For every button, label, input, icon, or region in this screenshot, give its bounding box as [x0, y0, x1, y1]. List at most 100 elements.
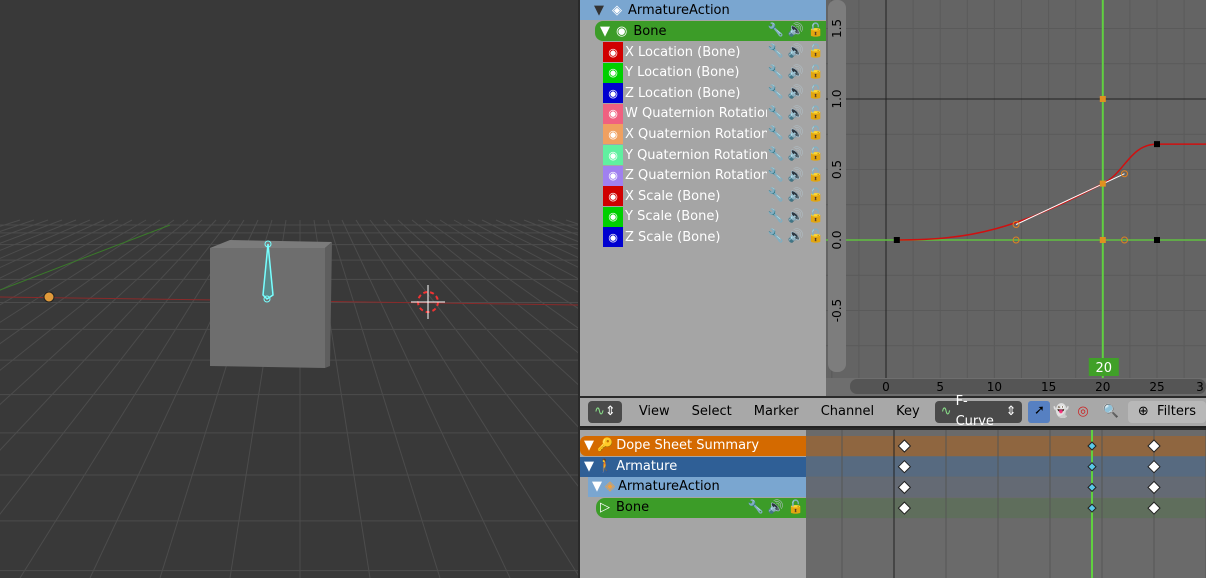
eye-icon[interactable]: ◉: [603, 186, 623, 207]
mute-speaker-icon[interactable]: 🔊: [788, 83, 804, 103]
mute-speaker-icon[interactable]: 🔊: [788, 145, 804, 165]
channel-fcurve[interactable]: ◉ X Scale (Bone) 🔧 🔊 🔓: [580, 186, 826, 207]
3d-viewport[interactable]: [0, 0, 578, 578]
wrench-icon[interactable]: 🔧: [767, 166, 783, 186]
wrench-icon[interactable]: 🔧: [767, 145, 783, 165]
mute-speaker-icon[interactable]: 🔊: [788, 186, 804, 206]
mute-speaker-icon[interactable]: 🔊: [788, 227, 804, 247]
lock-icon[interactable]: 🔓: [808, 124, 824, 144]
collapse-triangle-icon[interactable]: ▼: [584, 436, 594, 456]
lock-icon[interactable]: 🔓: [808, 21, 824, 41]
menu-key[interactable]: Key: [885, 402, 931, 422]
channel-group-bone[interactable]: ▼ ◉ Bone 🔧 🔊 🔓: [595, 21, 826, 41]
channel-fcurve[interactable]: ◉ Y Scale (Bone) 🔧 🔊 🔓: [580, 206, 826, 227]
wrench-icon[interactable]: 🔧: [767, 227, 783, 247]
menu-view[interactable]: View: [628, 402, 681, 422]
lock-icon[interactable]: 🔓: [808, 83, 824, 103]
wrench-icon[interactable]: 🔧: [767, 63, 783, 83]
eye-icon[interactable]: ◉: [603, 145, 623, 165]
collapse-triangle-icon[interactable]: ▼: [592, 477, 602, 497]
menu-marker[interactable]: Marker: [743, 402, 810, 422]
dopesheet-row[interactable]: ▼ 🔑 Dope Sheet Summary: [580, 436, 806, 456]
wrench-icon[interactable]: 🔧: [767, 21, 783, 41]
dopesheet-channels: ▼ 🔑 Dope Sheet Summary ▼ 🚶 Armature ▼ ◈ Armature…: [580, 430, 806, 578]
graph-editor[interactable]: 1.5 1.0 0.5 0.0 -0.5 20 0 5 10 15 20 25 3: [826, 0, 1206, 396]
channel-fcurve[interactable]: ◉ X Location (Bone) 🔧 🔊 🔓: [580, 42, 826, 62]
graph-editor-icon: ∿: [594, 404, 605, 419]
keyframe-point[interactable]: [1154, 237, 1160, 243]
expand-triangle-icon[interactable]: ▼: [600, 24, 610, 39]
keyframe-point: [1099, 237, 1106, 243]
ghost-icon[interactable]: 👻: [1050, 402, 1072, 422]
row-type-icon: 🔑: [597, 438, 614, 453]
row-type-icon: 🚶: [597, 458, 614, 474]
mute-speaker-icon[interactable]: 🔊: [768, 498, 784, 518]
x-tick-label: 0: [882, 380, 890, 394]
editor-type-button[interactable]: ∿ ⇕: [588, 401, 622, 423]
mute-speaker-icon[interactable]: 🔊: [788, 21, 804, 41]
select-cursor-icon[interactable]: ➚: [1028, 401, 1051, 423]
channel-fcurve[interactable]: ◉ Z Scale (Bone) 🔧 🔊 🔓: [580, 227, 826, 248]
zoom-magnifier-icon[interactable]: 🔍: [1100, 402, 1122, 422]
channel-fcurve[interactable]: ◉ W Quaternion Rotation (Bone) 🔧 🔊 🔓: [580, 103, 826, 124]
mute-speaker-icon[interactable]: 🔊: [788, 166, 804, 186]
lock-icon[interactable]: 🔓: [808, 42, 824, 62]
lock-icon[interactable]: 🔓: [788, 498, 804, 518]
dopesheet-timeline[interactable]: [806, 430, 1206, 578]
eye-icon[interactable]: ◉: [603, 165, 623, 186]
eye-icon[interactable]: ◉: [616, 24, 627, 39]
collapse-triangle-icon[interactable]: ▼: [584, 457, 594, 477]
wrench-icon[interactable]: 🔧: [767, 207, 783, 227]
mute-speaker-icon[interactable]: 🔊: [788, 42, 804, 62]
eye-icon[interactable]: ◉: [603, 227, 623, 248]
lock-icon[interactable]: 🔓: [808, 145, 824, 165]
expand-triangle-icon[interactable]: ▷: [600, 498, 610, 518]
channel-list: ▼ ◈ ArmatureAction ▼ ◉ Bone 🔧 🔊 🔓 ◉ X Locat…: [580, 0, 826, 396]
channel-fcurve[interactable]: ◉ X Quaternion Rotation (Bone) 🔧 🔊 🔓: [580, 124, 826, 145]
lock-icon[interactable]: 🔓: [808, 104, 824, 124]
dopesheet-row[interactable]: ▷ Bone 🔧 🔊 🔓: [596, 498, 806, 519]
action-icon: ◈: [612, 2, 622, 18]
lifebuoy-icon[interactable]: ◎: [1072, 402, 1094, 422]
lock-icon[interactable]: 🔓: [808, 186, 824, 206]
collapse-triangle-icon[interactable]: ▼: [594, 3, 604, 18]
mute-speaker-icon[interactable]: 🔊: [788, 124, 804, 144]
keyframe-point[interactable]: [893, 237, 900, 243]
eye-icon[interactable]: ◉: [603, 103, 623, 124]
y-tick-label: 1.0: [830, 89, 844, 108]
eye-icon[interactable]: ◉: [603, 42, 623, 62]
mute-speaker-icon[interactable]: 🔊: [788, 63, 804, 83]
menu-channel[interactable]: Channel: [810, 402, 885, 422]
lock-icon[interactable]: 🔓: [808, 166, 824, 186]
filters-button[interactable]: ⊕ Filters: [1127, 401, 1206, 423]
dopesheet-track: [806, 436, 1206, 456]
eye-icon[interactable]: ◉: [603, 206, 623, 227]
eye-icon[interactable]: ◉: [603, 83, 623, 104]
mute-speaker-icon[interactable]: 🔊: [788, 104, 804, 124]
keyframe-point[interactable]: [1154, 141, 1160, 148]
y-tick-label: 0.0: [830, 230, 844, 249]
channel-fcurve[interactable]: ◉ Y Quaternion Rotation (Bone) 🔧 🔊 🔓: [580, 145, 826, 165]
wrench-icon[interactable]: 🔧: [767, 42, 783, 62]
eye-icon[interactable]: ◉: [603, 124, 623, 145]
channel-fcurve[interactable]: ◉ Z Location (Bone) 🔧 🔊 🔓: [580, 83, 826, 104]
channel-fcurve[interactable]: ◉ Z Quaternion Rotation (Bone) 🔧 🔊 🔓: [580, 165, 826, 186]
menu-select[interactable]: Select: [681, 402, 743, 422]
channel-action[interactable]: ▼ ◈ ArmatureAction: [580, 0, 826, 20]
channel-fcurve[interactable]: ◉ Y Location (Bone) 🔧 🔊 🔓: [580, 62, 826, 83]
wrench-icon[interactable]: 🔧: [767, 186, 783, 206]
keyframe-point[interactable]: [1099, 180, 1106, 187]
x-tick-label: 3: [1196, 380, 1204, 394]
lock-icon[interactable]: 🔓: [808, 227, 824, 247]
wrench-icon[interactable]: 🔧: [767, 83, 783, 103]
lock-icon[interactable]: 🔓: [808, 207, 824, 227]
wrench-icon[interactable]: 🔧: [747, 498, 763, 518]
wrench-icon[interactable]: 🔧: [767, 104, 783, 124]
mute-speaker-icon[interactable]: 🔊: [788, 207, 804, 227]
eye-icon[interactable]: ◉: [603, 62, 623, 83]
mode-dropdown[interactable]: ∿ F-Curve ⇕: [934, 394, 1023, 429]
wrench-icon[interactable]: 🔧: [767, 124, 783, 144]
dopesheet-row[interactable]: ▼ ◈ ArmatureAction: [588, 477, 806, 498]
lock-icon[interactable]: 🔓: [808, 63, 824, 83]
dopesheet-row[interactable]: ▼ 🚶 Armature: [580, 456, 806, 477]
